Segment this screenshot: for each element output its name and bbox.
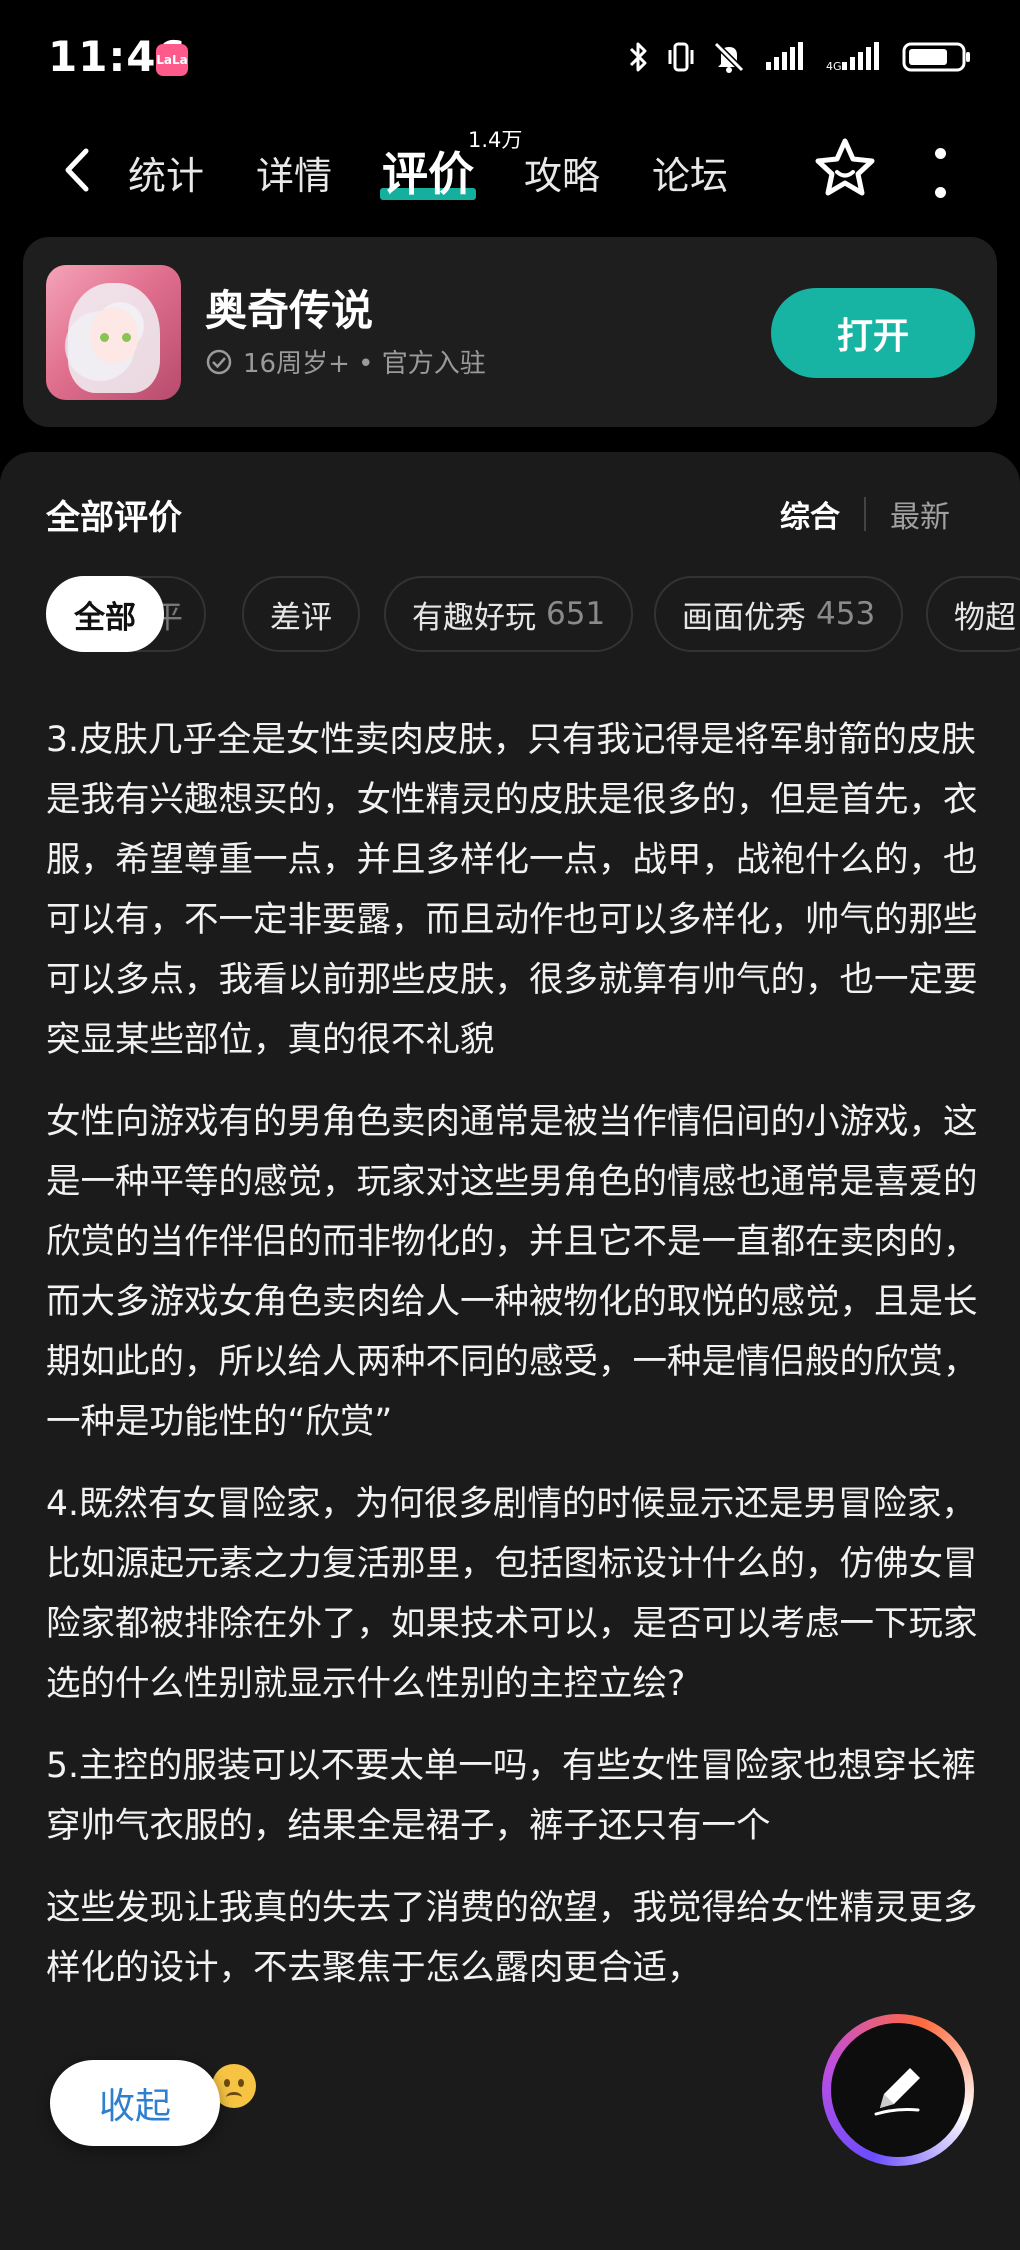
collapse-button[interactable]: 收起 [50,2060,220,2146]
review-paragraph: 5.主控的服装可以不要太单一吗，有些女性冒险家也想穿长裤穿帅气衣服的，结果全是裙… [46,1746,976,1846]
sort-divider [864,497,866,531]
sort-latest[interactable]: 最新 [890,492,950,536]
open-game-button[interactable]: 打开 [771,288,975,378]
game-meta-text: 16周岁+ • 官方入驻 [243,349,486,379]
chip-value[interactable]: 物超 [926,576,1020,652]
chip-label: 有趣好玩 [412,599,536,636]
chip-count: 453 [816,596,876,632]
game-name: 奥奇传说 [205,286,374,335]
write-review-inner [831,2023,965,2157]
reviews-count-badge: 1.4万 [468,128,523,152]
signal-2-icon: 4G [826,42,879,73]
top-nav: 统计 详情 评价 1.4万 攻略 论坛 [0,120,1020,220]
check-circle-icon [206,349,232,374]
more-dot-icon [934,148,946,159]
character-eye [122,333,131,342]
character-eye [100,333,109,342]
signal-icon [766,42,803,70]
review-paragraph: 这些发现让我真的失去了消费的欲望，我觉得给女性精灵更多样化的设计，不去聚焦于怎么… [46,1888,978,1988]
tab-guides[interactable]: 攻略 [524,145,600,200]
game-meta: 16周岁+ • 官方入驻 [205,343,486,380]
chip-label: 差评 [270,599,332,636]
status-icons: 4G [628,40,972,74]
chip-label: 画面优秀 [682,599,806,636]
review-paragraph: 4.既然有女冒险家，为何很多剧情的时候显示还是男冒险家，比如源起元素之力复活那里… [46,1484,978,1704]
app-notification-icon: LaLa [156,44,188,76]
status-bar: 11:46 LaLa 4G [0,0,1020,120]
star-icon [815,138,875,196]
chip-label: 物超 [954,599,1016,636]
game-icon [46,265,181,400]
write-review-button[interactable] [822,2014,974,2166]
chip-graphics[interactable]: 画面优秀 453 [654,576,904,652]
sort-comprehensive[interactable]: 综合 [780,492,840,536]
battery-icon [902,42,970,72]
chip-label: 全部 [74,599,136,636]
back-button[interactable] [52,142,102,198]
sort-options: 综合 最新 [780,492,950,536]
tab-statistics[interactable]: 统计 [128,145,204,200]
tab-details[interactable]: 详情 [256,145,332,200]
more-dot-icon [934,187,946,198]
vibrate-icon [668,42,694,72]
chip-count: 651 [546,596,606,632]
review-paragraph: 女性向游戏有的男角色卖肉通常是被当作情侣间的小游戏，这是一种平等的感觉，玩家对这… [46,1102,978,1442]
svg-text:4G: 4G [826,60,842,73]
character-face [90,307,138,363]
review-content: 3.皮肤几乎全是女性卖肉皮肤，只有我记得是将军射箭的皮肤是我有兴趣想买的，女性精… [46,710,986,2020]
tab-reviews[interactable]: 评价 [382,138,474,204]
bluetooth-icon [629,42,647,72]
chevron-left-icon [65,148,89,192]
more-menu-button[interactable] [928,148,952,198]
mute-bell-icon [713,41,745,73]
sad-face-mouth [226,2092,242,2103]
chip-negative[interactable]: 差评 [242,576,360,652]
chip-fun[interactable]: 有趣好玩 651 [384,576,634,652]
filter-chips: 平 全部 差评 有趣好玩 651 画面优秀 453 物超 [46,576,1020,654]
favorite-button[interactable] [813,136,877,204]
tab-forum[interactable]: 论坛 [652,145,728,200]
reviews-title: 全部评价 [46,498,182,538]
pencil-icon [874,2068,920,2116]
review-paragraph: 3.皮肤几乎全是女性卖肉皮肤，只有我记得是将军射箭的皮肤是我有兴趣想买的，女性精… [46,720,978,1060]
game-card[interactable]: 奥奇传说 16周岁+ • 官方入驻 打开 [23,237,997,427]
chip-all[interactable]: 全部 [46,576,164,652]
reviews-panel: 全部评价 综合 最新 平 全部 差评 有趣好玩 651 画面优秀 453 物超 … [0,452,1020,2250]
